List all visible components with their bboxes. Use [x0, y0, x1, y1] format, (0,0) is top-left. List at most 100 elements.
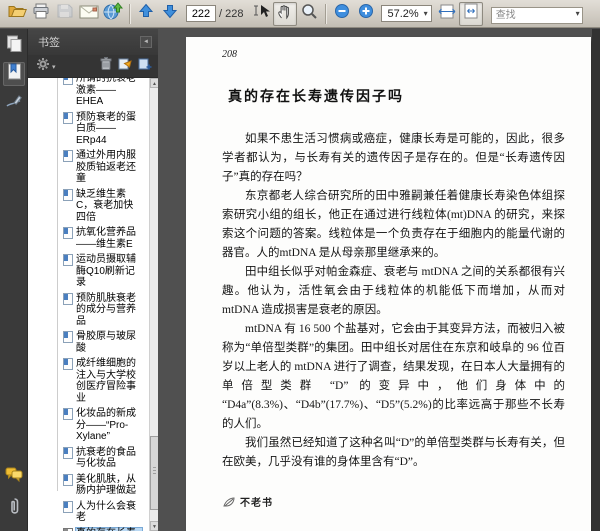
hand-tool-button[interactable] — [273, 1, 298, 26]
bookmark-item[interactable]: 成纤维细胞的注入与大学校创医疗冒险事业 — [28, 358, 149, 404]
document-page: 208 真的存在长寿遗传因子吗 如果不患生活习惯病或癌症，健康长寿是可能的，因此… — [186, 37, 591, 531]
web-upload-button[interactable] — [101, 2, 125, 26]
bookmark-item[interactable]: 运动员摄取辅酶Q10刷新记录 — [28, 254, 149, 289]
scroll-up-icon[interactable]: ▲ — [150, 78, 158, 88]
bookmark-item[interactable]: 预防衰老的蛋白质——ERp44 — [28, 111, 149, 147]
page-footer: 不老书 — [222, 494, 565, 509]
page-body: 如果不患生活习惯病或癌症，健康长寿是可能的，因此，很多学者都认为，与长寿有关的遗… — [222, 130, 565, 472]
document-scrollbar[interactable] — [592, 29, 600, 531]
bookmark-item-selected[interactable]: 真的存在长寿遗传因子吗 — [28, 527, 149, 531]
document-pane[interactable]: 208 真的存在长寿遗传因子吗 如果不患生活习惯病或癌症，健康长寿是可能的，因此… — [158, 29, 600, 531]
find-box: ▾ — [490, 5, 583, 24]
pages-icon — [6, 35, 23, 58]
bookmark-item[interactable]: 预防肌肤衰老的成分与营养品 — [28, 292, 149, 328]
bookmark-page-icon — [63, 188, 73, 201]
select-tool-button[interactable] — [249, 2, 273, 26]
bookmark-page-icon — [63, 227, 73, 239]
chevron-down-icon[interactable]: ▾ — [576, 9, 580, 18]
page-title: 真的存在长寿遗传因子吗 — [228, 88, 404, 104]
bookmark-page-icon — [63, 331, 73, 343]
expand-current-bookmark-button[interactable] — [118, 57, 132, 75]
bookmark-page-icon — [63, 446, 73, 459]
bookmark-item[interactable]: 通过外用内服胶质铂返老还童 — [28, 150, 149, 185]
zoom-marquee-button[interactable] — [297, 2, 321, 26]
zoom-out-button[interactable] — [330, 2, 354, 26]
bookmarks-toolbar: ▾ — [28, 55, 158, 78]
main-toolbar: / 228 57.2% ▾ — [0, 0, 600, 28]
pages-panel-button[interactable] — [3, 34, 25, 58]
plus-circle-icon — [358, 3, 374, 24]
paragraph: 东京都老人综合研究所的田中雅嗣兼任着健康长寿染色体组探索研究小组的组长，他正在通… — [222, 190, 565, 259]
bookmark-item[interactable]: 缺乏维生素C，衰老加快四倍 — [28, 188, 149, 224]
toolbar-separator — [325, 3, 327, 24]
email-button[interactable] — [77, 2, 101, 26]
bookmarks-list-area: 所谓的抗衰老激素——EHEA 预防衰老的蛋白质——ERp44 通过外用内服胶质铂… — [28, 78, 158, 531]
panel-collapse-button[interactable]: ◄ — [140, 36, 152, 48]
bookmark-page-icon — [63, 111, 73, 124]
scroll-down-icon[interactable]: ▼ — [150, 521, 158, 531]
paragraph: mtDNA 有 16 500 个盐基对，它会由于其变异方法，而被归入被称为“单倍… — [222, 323, 565, 430]
paperclip-icon — [8, 497, 21, 521]
highlight-bookmark-icon — [118, 57, 132, 75]
bookmark-page-icon — [63, 527, 73, 531]
bookmark-item[interactable]: 美化肌肤，从肠内护理做起 — [28, 473, 149, 497]
options-menu-button[interactable]: ▾ — [36, 57, 56, 76]
page-number-input[interactable] — [186, 5, 216, 22]
bookmark-page-icon — [63, 358, 73, 370]
bookmark-item[interactable]: 抗衰老的食品与化妆品 — [28, 446, 149, 470]
globe-arrow-icon — [103, 2, 124, 25]
fit-page-button[interactable] — [458, 1, 483, 26]
find-input[interactable] — [490, 7, 583, 24]
panel-title: 书签 — [38, 37, 60, 49]
comments-icon — [5, 467, 23, 488]
leaf-ornament-icon — [222, 496, 236, 508]
paragraph: 我们虽然已经知道了这种名叫“D”的单倍型类群与长寿有关，但在欧美，几乎没有谁的身… — [222, 437, 565, 468]
scrollbar-thumb[interactable] — [150, 436, 158, 510]
pdf-reader-window: / 228 57.2% ▾ — [0, 0, 600, 531]
signatures-panel-button[interactable] — [3, 92, 25, 116]
toolbar-separator — [129, 3, 130, 24]
bookmarks-list: 所谓的抗衰老激素——EHEA 预防衰老的蛋白质——ERp44 通过外用内服胶质铂… — [28, 78, 149, 531]
bookmark-item[interactable]: 抗氧化营养品——维生素E — [28, 227, 149, 250]
bookmark-item[interactable]: 化妆品的新成分——“Pro-Xylane” — [28, 408, 149, 443]
hand-tool-icon — [276, 2, 294, 25]
attachments-panel-button[interactable] — [3, 497, 25, 521]
fit-width-button[interactable] — [435, 2, 459, 26]
print-button[interactable] — [29, 2, 53, 26]
comments-panel-button[interactable] — [3, 465, 25, 489]
bookmarks-scrollbar[interactable]: ▲ ▼ — [149, 78, 158, 531]
bookmark-page-icon — [63, 473, 73, 486]
bookmark-page-icon — [63, 292, 73, 305]
previous-page-button[interactable] — [134, 2, 158, 26]
bookmark-item[interactable]: 人为什么会衰老 — [28, 500, 149, 524]
footer-book-name: 不老书 — [240, 498, 273, 509]
bookmarks-panel-header: 书签 ◄ — [28, 29, 158, 55]
gear-icon — [36, 57, 50, 76]
bookmarks-panel: 书签 ◄ ▾ 所谓的抗衰老激素——EHEA 预防衰老的蛋白质——ERp44 通过… — [28, 29, 158, 531]
new-bookmark-button[interactable] — [138, 57, 152, 75]
delete-bookmark-button[interactable] — [100, 57, 112, 75]
bookmark-item[interactable]: 所谓的抗衰老激素——EHEA — [28, 78, 149, 108]
next-page-button[interactable] — [158, 2, 182, 26]
save-button[interactable] — [53, 2, 77, 26]
fit-page-icon — [463, 3, 479, 24]
arrow-down-icon — [162, 3, 178, 24]
bookmark-icon — [7, 63, 22, 85]
bookmarks-panel-button[interactable] — [3, 62, 25, 86]
bookmark-page-icon — [63, 408, 73, 420]
floppy-save-icon — [57, 3, 73, 24]
page-number: 208 — [222, 49, 237, 60]
bookmark-page-icon — [63, 78, 73, 85]
zoom-in-button[interactable] — [354, 2, 378, 26]
zoom-level-select[interactable]: 57.2% ▾ — [381, 5, 432, 22]
bookmark-item[interactable]: 骨胶原与玻尿酸 — [28, 331, 149, 354]
trash-icon — [100, 57, 112, 75]
new-bookmark-icon — [138, 57, 152, 75]
envelope-icon — [79, 4, 99, 24]
open-file-button[interactable] — [5, 2, 29, 26]
folder-open-icon — [8, 3, 27, 24]
chevron-down-icon: ▾ — [423, 9, 428, 18]
printer-icon — [32, 3, 50, 24]
navigation-strip — [0, 29, 28, 531]
select-tool-icon — [252, 3, 271, 24]
